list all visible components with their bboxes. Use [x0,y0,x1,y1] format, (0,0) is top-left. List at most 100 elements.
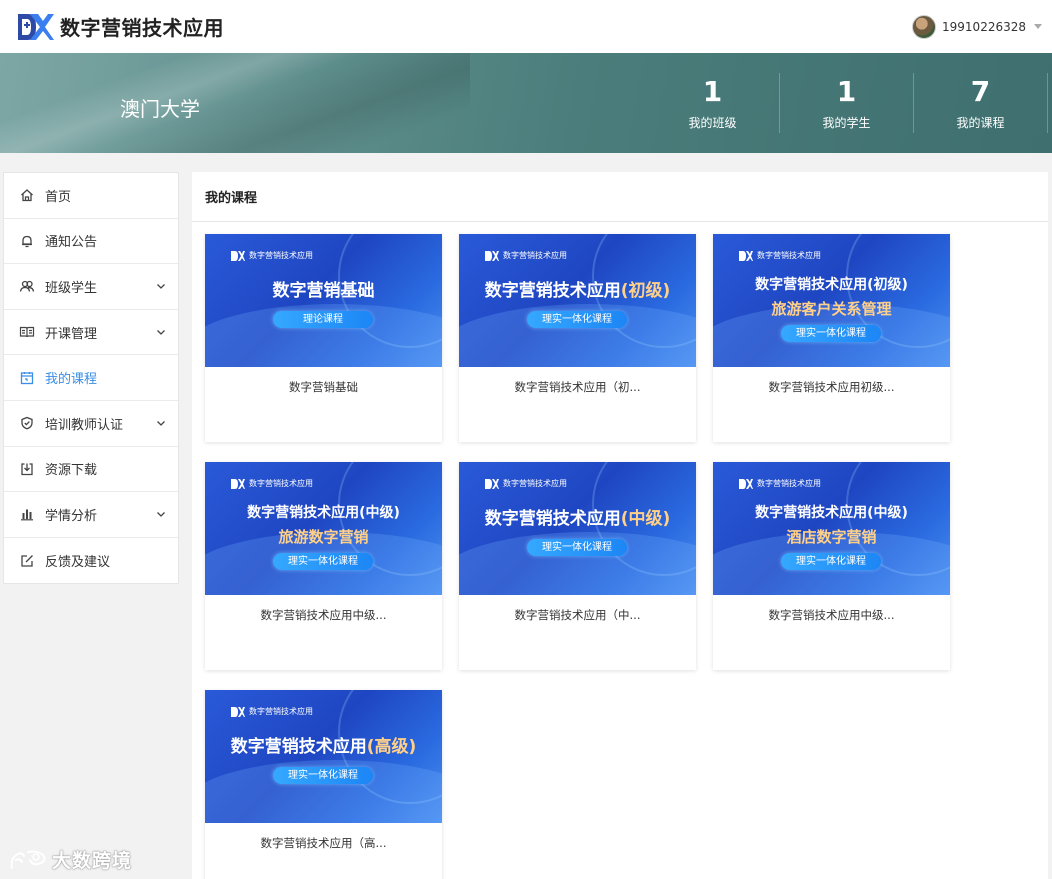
course-card[interactable]: 数字营销技术应用 数字营销技术应用(初级) 理实一体化课程 数字营销技术应用（初… [459,234,696,442]
sidebar-item-home[interactable]: 首页 [4,173,178,219]
course-name[interactable]: 数字营销技术应用中级... [713,607,950,623]
thumb-title: 数字营销技术应用(高级) [205,732,442,757]
course-name[interactable]: 数字营销技术应用（初... [459,379,696,395]
thumb-title-level: (中级) [620,509,671,529]
course-type-badge: 理实一体化课程 [781,553,881,570]
course-name[interactable]: 数字营销技术应用（中... [459,607,696,623]
book-icon [19,324,35,340]
avatar[interactable] [912,14,937,39]
top-header: 数字营销技术应用 19910226328 [0,0,1052,53]
thumb-title: 数字营销技术应用(中级) [755,505,908,521]
thumb-title: 数字营销技术应用(初级) [755,277,908,293]
sidebar-item-course-management[interactable]: 开课管理 [4,310,178,356]
course-thumbnail[interactable]: 数字营销技术应用 数字营销技术应用(初级) 旅游客户关系管理 理实一体化课程 [713,234,950,367]
course-card[interactable]: 数字营销技术应用 数字营销技术应用(高级) 理实一体化课程 数字营销技术应用（高… [205,690,442,879]
thumb-title-level: (初级) [620,281,671,301]
stat-value: 7 [970,74,991,108]
course-name[interactable]: 数字营销技术应用初级... [713,379,950,395]
sidebar-item-label: 班级学生 [45,280,98,296]
user-name[interactable]: 19910226328 [942,20,1026,34]
sidebar-item-notices[interactable]: 通知公告 [4,219,178,265]
users-icon [19,278,35,294]
thumb-title: 数字营销基础 [272,281,375,301]
edit-icon [19,553,35,569]
dx-logo-icon [485,478,499,489]
thumb-brand: 数字营销技术应用 [503,251,567,260]
sidebar-item-label: 反馈及建议 [45,555,111,571]
dx-logo-icon [231,478,245,489]
course-card[interactable]: 数字营销技术应用 数字营销技术应用(中级) 理实一体化课程 数字营销技术应用（中… [459,462,696,670]
course-type-badge: 理论课程 [273,311,373,328]
sidebar-item-label: 我的课程 [45,372,98,388]
banner: 澳门大学 1 我的班级 1 我的学生 7 我的课程 [0,53,1052,153]
caret-down-icon[interactable] [1034,24,1042,29]
sidebar-item-my-courses[interactable]: 我的课程 [4,355,178,401]
thumb-logo: 数字营销技术应用 [739,478,821,489]
sidebar: 首页 通知公告 班级学生 开课管理 我的课程 培训教师认证 资源下载 学情分析 … [3,172,179,585]
course-type-badge: 理实一体化课程 [527,311,627,328]
course-type-badge: 理实一体化课程 [273,553,373,570]
user-menu[interactable]: 19910226328 [912,14,1042,39]
bar-chart-icon [19,506,35,522]
thumb-brand: 数字营销技术应用 [503,479,567,488]
brand[interactable]: 数字营销技术应用 [16,10,224,44]
stat-label: 我的课程 [956,115,1005,130]
course-thumbnail[interactable]: 数字营销技术应用 数字营销技术应用(高级) 理实一体化课程 [205,690,442,823]
shield-icon [19,415,35,431]
chevron-down-icon[interactable] [156,509,166,519]
course-name[interactable]: 数字营销基础 [205,379,442,395]
thumb-title-main: 数字营销技术应用 [230,737,367,757]
dx-logo-icon [231,250,245,261]
thumb-brand: 数字营销技术应用 [757,251,821,260]
stat-courses[interactable]: 7 我的课程 [914,73,1048,133]
course-name[interactable]: 数字营销技术应用（高... [205,835,442,851]
thumb-logo: 数字营销技术应用 [485,478,567,489]
course-thumbnail[interactable]: 数字营销技术应用 数字营销技术应用(中级) 酒店数字营销 理实一体化课程 [713,462,950,595]
thumb-subtitle: 旅游客户关系管理 [771,300,892,318]
thumb-brand: 数字营销技术应用 [249,479,313,488]
stat-students[interactable]: 1 我的学生 [780,73,914,133]
thumb-logo: 数字营销技术应用 [231,250,313,261]
sidebar-item-class-students[interactable]: 班级学生 [4,264,178,310]
calendar-icon [19,370,35,386]
sidebar-item-label: 学情分析 [45,508,98,524]
stat-classes[interactable]: 1 我的班级 [646,73,780,133]
dx-logo-icon [485,250,499,261]
course-card[interactable]: 数字营销技术应用 数字营销技术应用(中级) 酒店数字营销 理实一体化课程 数字营… [713,462,950,670]
sidebar-item-resource-download[interactable]: 资源下载 [4,447,178,493]
chevron-down-icon[interactable] [156,418,166,428]
watermark-text: 大数跨境 [52,850,133,872]
stat-label: 我的班级 [688,115,737,130]
course-thumbnail[interactable]: 数字营销技术应用 数字营销技术应用(初级) 理实一体化课程 [459,234,696,367]
course-thumbnail[interactable]: 数字营销技术应用 数字营销技术应用(中级) 旅游数字营销 理实一体化课程 [205,462,442,595]
stat-label: 我的学生 [822,115,871,130]
sidebar-item-label: 开课管理 [45,326,98,342]
sidebar-item-learning-analysis[interactable]: 学情分析 [4,492,178,538]
course-card[interactable]: 数字营销技术应用 数字营销技术应用(初级) 旅游客户关系管理 理实一体化课程 数… [713,234,950,442]
thumb-title-main: 数字营销技术应用 [484,281,621,301]
watermark: 大数跨境 [8,846,132,873]
thumb-title-level: (高级) [366,737,417,757]
chevron-down-icon[interactable] [156,327,166,337]
course-thumbnail[interactable]: 数字营销技术应用 数字营销技术应用(中级) 理实一体化课程 [459,462,696,595]
app-title: 数字营销技术应用 [60,16,224,40]
home-icon [19,187,35,203]
thumb-logo: 数字营销技术应用 [485,250,567,261]
course-type-badge: 理实一体化课程 [273,767,373,784]
chevron-down-icon[interactable] [156,281,166,291]
stat-value: 1 [836,74,857,108]
page-title: 我的课程 [192,172,1048,222]
sidebar-item-teacher-certification[interactable]: 培训教师认证 [4,401,178,447]
course-card[interactable]: 数字营销技术应用 数字营销基础 理论课程 数字营销基础 [205,234,442,442]
sidebar-item-feedback[interactable]: 反馈及建议 [4,538,178,584]
thumb-logo: 数字营销技术应用 [739,250,821,261]
course-card[interactable]: 数字营销技术应用 数字营销技术应用(中级) 旅游数字营销 理实一体化课程 数字营… [205,462,442,670]
thumb-logo: 数字营销技术应用 [231,706,313,717]
watermark-logo-icon [10,850,46,869]
stat-value: 1 [702,74,723,108]
dx-logo-icon [18,13,54,40]
course-type-badge: 理实一体化课程 [527,539,627,556]
course-name[interactable]: 数字营销技术应用中级... [205,607,442,623]
thumb-title: 数字营销技术应用(中级) [459,504,696,529]
course-thumbnail[interactable]: 数字营销技术应用 数字营销基础 理论课程 [205,234,442,367]
